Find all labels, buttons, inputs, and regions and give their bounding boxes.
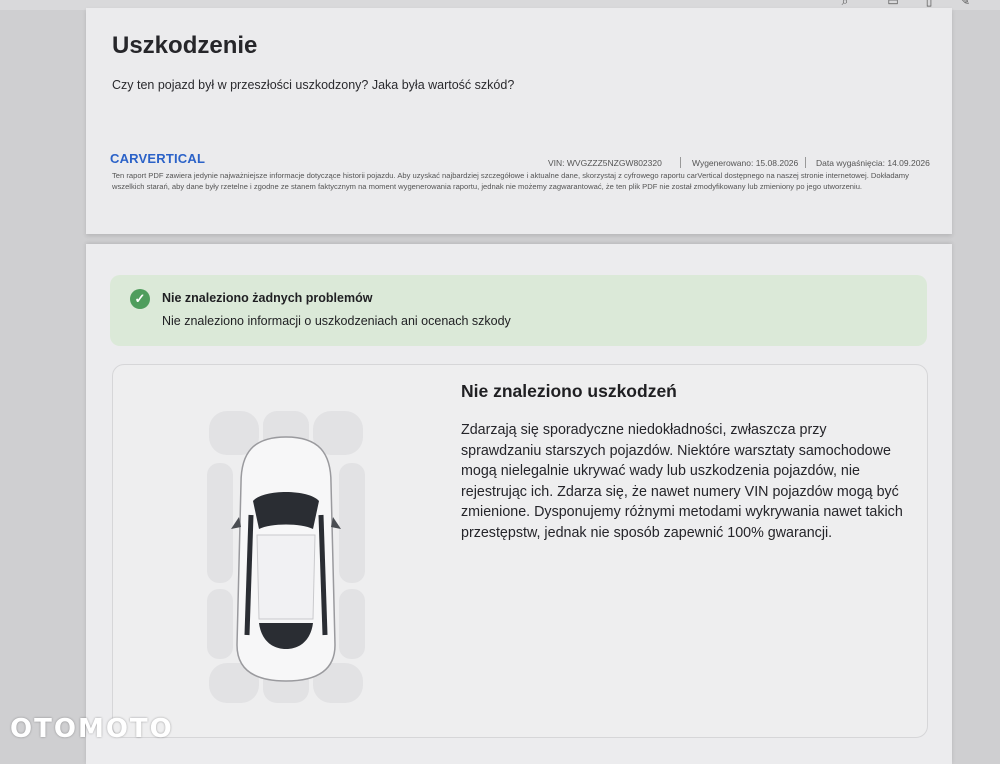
search-icon[interactable]: ⌕ xyxy=(838,0,852,8)
status-text: Nie znaleziono informacji o uszkodzeniac… xyxy=(162,314,511,328)
divider xyxy=(805,157,806,168)
check-icon: ✓ xyxy=(130,289,150,309)
expiry-date: Data wygaśnięcia: 14.09.2026 xyxy=(816,158,930,168)
report-page-damage-details: ✓ Nie znaleziono żadnych problemów Nie z… xyxy=(86,244,952,764)
print-icon[interactable]: ▭ xyxy=(886,0,900,8)
car-top-view-diagram xyxy=(201,405,371,705)
section-title: Uszkodzenie xyxy=(112,32,258,59)
zone-right-front xyxy=(339,463,365,583)
carvertical-logo: CARVERTICAL xyxy=(110,151,206,166)
status-banner: ✓ Nie znaleziono żadnych problemów Nie z… xyxy=(110,275,927,346)
card-description: Zdarzają się sporadyczne niedokładności,… xyxy=(461,422,903,541)
report-page-damage-header: Uszkodzenie Czy ten pojazd był w przeszł… xyxy=(86,8,952,234)
save-icon[interactable]: ▯ xyxy=(922,0,936,8)
damage-info-card: Nie znaleziono uszkodzeń Zdarzają się sp… xyxy=(112,364,928,738)
otomoto-watermark: OTOMOTO xyxy=(10,714,174,744)
car-body xyxy=(231,436,341,682)
zone-right-rear xyxy=(339,589,365,659)
card-title: Nie znaleziono uszkodzeń xyxy=(461,381,677,401)
zone-left-rear xyxy=(207,589,233,659)
edit-icon[interactable]: ✎ xyxy=(958,0,972,8)
section-subtitle: Czy ten pojazd był w przeszłości uszkodz… xyxy=(112,78,515,92)
status-title: Nie znaleziono żadnych problemów xyxy=(162,291,373,305)
car-diagram-svg xyxy=(207,411,365,703)
zone-left-front xyxy=(207,463,233,583)
report-disclaimer: Ten raport PDF zawiera jedynie najważnie… xyxy=(112,171,909,191)
generated-date: Wygenerowano: 15.08.2026 xyxy=(692,158,799,168)
vin-text: VIN: WVGZZZ5NZGW802320 xyxy=(548,158,662,168)
divider xyxy=(680,157,681,168)
